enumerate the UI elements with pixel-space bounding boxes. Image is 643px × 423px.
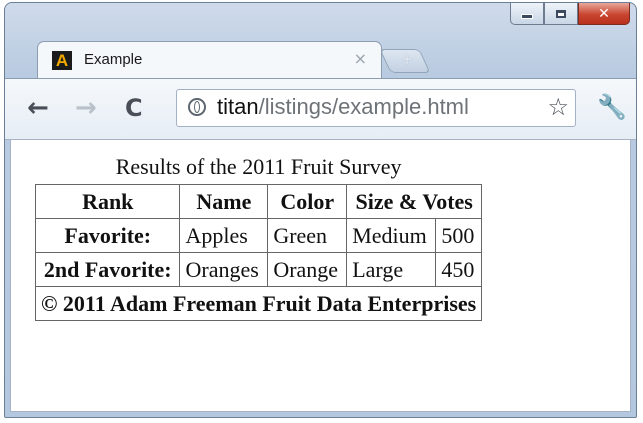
reload-icon[interactable]: C [125,93,143,123]
cell-name: Oranges [179,252,269,287]
url-path: /listings/example.html [258,94,469,119]
table-row: Favorite: Apples Green Medium 500 [34,218,483,253]
tab-close-icon[interactable]: × [354,49,367,68]
cell-votes: 500 [435,218,483,253]
browser-window: ✕ A Example × + ← → C titan/listings/exa… [4,2,637,418]
row-rank: 2nd Favorite: [34,252,181,287]
url-text[interactable]: titan/listings/example.html [217,94,469,120]
survey-table: Results of the 2011 Fruit Survey Rank Na… [34,154,483,321]
browser-toolbar: ← → C titan/listings/example.html ☆ 🔧 [5,78,636,140]
minimize-icon [521,14,533,19]
window-controls: ✕ [510,3,630,25]
table-body: Favorite: Apples Green Medium 500 2nd Fa… [34,218,483,287]
table-footer: © 2011 Adam Freeman Fruit Data Enterpris… [34,286,483,321]
address-bar[interactable]: titan/listings/example.html ☆ [176,89,576,127]
header-color: Color [267,184,348,219]
footer-row: © 2011 Adam Freeman Fruit Data Enterpris… [34,286,483,321]
close-icon: ✕ [598,5,610,22]
forward-arrow-icon[interactable]: → [75,93,97,123]
app-favicon-icon: A [52,51,72,70]
globe-icon [188,98,206,116]
table-row: 2nd Favorite: Oranges Orange Large 450 [34,252,483,287]
back-arrow-icon[interactable]: ← [27,93,49,123]
star-bookmark-icon[interactable]: ☆ [543,93,569,121]
cell-name: Apples [179,218,269,253]
footer-copyright: © 2011 Adam Freeman Fruit Data Enterpris… [34,286,483,321]
header-size-votes: Size & Votes [346,184,483,219]
header-rank: Rank [34,184,181,219]
wrench-menu-icon[interactable]: 🔧 [597,93,627,121]
minimize-button[interactable] [510,3,544,25]
url-host: titan [217,94,259,119]
table-caption: Results of the 2011 Fruit Survey [115,154,402,179]
tab-example[interactable]: A Example × [37,41,382,79]
table-header: Rank Name Color Size & Votes [34,184,483,219]
row-rank: Favorite: [34,218,181,253]
cell-color: Green [267,218,348,253]
cell-size: Medium [346,218,437,253]
cell-size: Large [346,252,437,287]
tab-title: Example [84,51,143,68]
close-window-button[interactable]: ✕ [578,3,630,25]
cell-votes: 450 [435,252,483,287]
header-name: Name [179,184,269,219]
cell-color: Orange [267,252,348,287]
maximize-icon [556,9,566,18]
plus-icon: + [400,50,414,68]
maximize-button[interactable] [544,3,578,25]
page-content: Results of the 2011 Fruit Survey Rank Na… [10,140,631,412]
header-row: Rank Name Color Size & Votes [34,184,483,219]
